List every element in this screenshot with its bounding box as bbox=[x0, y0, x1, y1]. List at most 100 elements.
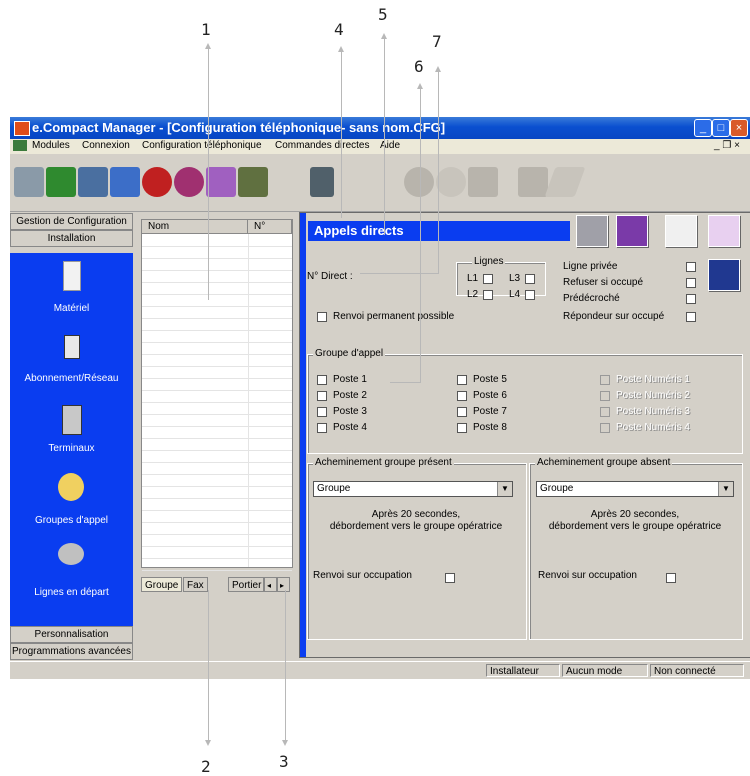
renvoi-permanent-checkbox[interactable] bbox=[317, 312, 327, 322]
printer-icon[interactable] bbox=[576, 215, 608, 247]
list-row[interactable] bbox=[142, 498, 292, 499]
installation-header[interactable]: Installation bbox=[10, 230, 133, 247]
config-icon[interactable] bbox=[110, 167, 140, 197]
list-row[interactable] bbox=[142, 462, 292, 463]
burst-icon[interactable] bbox=[404, 167, 434, 197]
present-renvoi-checkbox[interactable] bbox=[445, 573, 455, 583]
close-button[interactable]: × bbox=[730, 119, 748, 137]
poste-checkbox[interactable] bbox=[457, 375, 467, 385]
poste-checkbox[interactable] bbox=[457, 391, 467, 401]
list-row[interactable] bbox=[142, 354, 292, 355]
list-row[interactable] bbox=[142, 438, 292, 439]
list-row[interactable] bbox=[142, 474, 292, 475]
list-row[interactable] bbox=[142, 558, 292, 559]
list-row[interactable] bbox=[142, 318, 292, 319]
chevron-down-icon[interactable]: ▼ bbox=[497, 482, 512, 496]
gestion-configuration-header[interactable]: Gestion de Configuration bbox=[10, 213, 133, 230]
eye-icon[interactable] bbox=[174, 167, 204, 197]
minimize-button[interactable]: _ bbox=[694, 119, 712, 137]
list-row[interactable] bbox=[142, 486, 292, 487]
list-row[interactable] bbox=[142, 294, 292, 295]
list-row[interactable] bbox=[142, 402, 292, 403]
poste-checkbox[interactable] bbox=[457, 423, 467, 433]
operator-icon[interactable] bbox=[58, 473, 84, 501]
mdi-window-controls[interactable]: _ ❐ × bbox=[714, 140, 740, 151]
absent-renvoi-checkbox[interactable] bbox=[666, 573, 676, 583]
list-row[interactable] bbox=[142, 426, 292, 427]
menu-aide[interactable]: Aide bbox=[380, 140, 400, 151]
edit-sheet-icon[interactable] bbox=[708, 215, 740, 247]
list-row[interactable] bbox=[142, 570, 292, 571]
list-row[interactable] bbox=[142, 390, 292, 391]
list-row[interactable] bbox=[142, 270, 292, 271]
poste-checkbox[interactable] bbox=[317, 423, 327, 433]
antenna-icon[interactable] bbox=[14, 167, 44, 197]
medkit-icon[interactable] bbox=[518, 167, 548, 197]
absent-combo[interactable]: Groupe ▼ bbox=[536, 481, 734, 497]
list-row[interactable] bbox=[142, 522, 292, 523]
list-row[interactable] bbox=[142, 330, 292, 331]
tab-scroll-right[interactable]: ▸ bbox=[277, 577, 290, 592]
line-l4-checkbox[interactable] bbox=[525, 290, 535, 300]
list-row[interactable] bbox=[142, 258, 292, 259]
list-row[interactable] bbox=[142, 378, 292, 379]
column-numero[interactable]: N° bbox=[248, 220, 292, 234]
network-outlet-icon[interactable] bbox=[64, 335, 80, 359]
list-row[interactable] bbox=[142, 366, 292, 367]
lock-icon[interactable] bbox=[468, 167, 498, 197]
list-row[interactable] bbox=[142, 534, 292, 535]
list-row[interactable] bbox=[142, 246, 292, 247]
nav-groupes[interactable]: Groupes d'appel bbox=[10, 515, 133, 526]
tab-portier[interactable]: Portier bbox=[228, 577, 264, 592]
list-row[interactable] bbox=[142, 282, 292, 283]
tab-fax[interactable]: Fax bbox=[183, 577, 208, 592]
tab-groupe[interactable]: Groupe bbox=[141, 577, 183, 592]
personnalisation-header[interactable]: Personnalisation bbox=[10, 626, 133, 643]
list-row[interactable] bbox=[142, 342, 292, 343]
menu-configuration[interactable]: Configuration téléphonique bbox=[142, 140, 262, 151]
clock-icon[interactable] bbox=[436, 167, 466, 197]
poste-checkbox[interactable] bbox=[317, 391, 327, 401]
nav-terminaux[interactable]: Terminaux bbox=[10, 443, 133, 454]
chevron-down-icon[interactable]: ▼ bbox=[718, 482, 733, 496]
poste-checkbox[interactable] bbox=[457, 407, 467, 417]
programmations-header[interactable]: Programmations avancées bbox=[10, 643, 133, 660]
terminal-icon[interactable] bbox=[78, 167, 108, 197]
hardware-icon[interactable] bbox=[63, 261, 81, 291]
transfer-icon[interactable] bbox=[46, 167, 76, 197]
list-row[interactable] bbox=[142, 510, 292, 511]
menu-modules[interactable]: Modules bbox=[32, 140, 70, 151]
line-l3-checkbox[interactable] bbox=[525, 274, 535, 284]
line-l2-checkbox[interactable] bbox=[483, 290, 493, 300]
terminal-phone-icon[interactable] bbox=[62, 405, 82, 435]
list-row[interactable] bbox=[142, 546, 292, 547]
nav-abonnement[interactable]: Abonnement/Réseau bbox=[10, 373, 133, 384]
present-combo[interactable]: Groupe ▼ bbox=[313, 481, 513, 497]
validate-icon[interactable] bbox=[665, 215, 697, 247]
phone-station-icon[interactable] bbox=[310, 167, 334, 197]
refuser-checkbox[interactable] bbox=[686, 278, 696, 288]
nav-lignes[interactable]: Lignes en départ bbox=[10, 587, 133, 598]
ligne-privee-checkbox[interactable] bbox=[686, 262, 696, 272]
edit-icon[interactable] bbox=[206, 167, 236, 197]
tab-scroll-left[interactable]: ◂ bbox=[264, 577, 277, 592]
list-row[interactable] bbox=[142, 450, 292, 451]
outgoing-line-icon[interactable] bbox=[58, 543, 84, 565]
help-book-icon[interactable] bbox=[616, 215, 648, 247]
maximize-button[interactable]: □ bbox=[712, 119, 730, 137]
repondeur-checkbox[interactable] bbox=[686, 312, 696, 322]
poste-checkbox[interactable] bbox=[317, 375, 327, 385]
mouse-icon[interactable] bbox=[544, 167, 586, 197]
list-row[interactable] bbox=[142, 414, 292, 415]
phone-icon[interactable] bbox=[142, 167, 172, 197]
nav-materiel[interactable]: Matériel bbox=[10, 303, 133, 314]
day-night-icon[interactable] bbox=[708, 259, 740, 291]
list-row[interactable] bbox=[142, 306, 292, 307]
poste-checkbox[interactable] bbox=[317, 407, 327, 417]
menu-connexion[interactable]: Connexion bbox=[82, 140, 130, 151]
column-nom[interactable]: Nom bbox=[142, 220, 248, 234]
line-l1-checkbox[interactable] bbox=[483, 274, 493, 284]
predecroche-checkbox[interactable] bbox=[686, 294, 696, 304]
group-list[interactable]: Nom N° bbox=[141, 219, 293, 571]
menu-commandes[interactable]: Commandes directes bbox=[275, 140, 369, 151]
